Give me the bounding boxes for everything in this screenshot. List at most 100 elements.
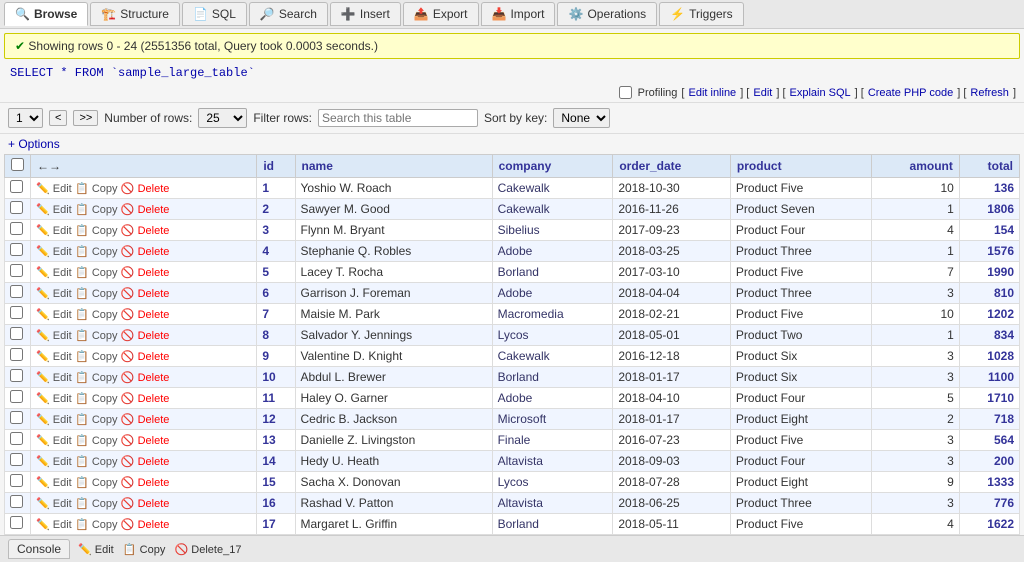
delete-btn-11[interactable]: 🚫 Delete	[121, 393, 170, 405]
row-select-3[interactable]	[10, 222, 23, 235]
tab-browse[interactable]: 🔍 Browse	[4, 2, 88, 26]
header-order-date[interactable]: order_date	[613, 155, 731, 178]
header-product[interactable]: product	[730, 155, 871, 178]
copy-btn-7[interactable]: 📋 Copy	[75, 309, 117, 321]
delete-btn-14[interactable]: 🚫 Delete	[121, 456, 170, 468]
delete-btn-9[interactable]: 🚫 Delete	[121, 351, 170, 363]
header-company[interactable]: company	[492, 155, 613, 178]
edit-btn-4[interactable]: ✏️ Edit	[36, 246, 72, 258]
table-row: ✏️ Edit 📋 Copy 🚫 Delete 10 Abdul L. Brew…	[5, 367, 1020, 388]
delete-btn-12[interactable]: 🚫 Delete	[121, 414, 170, 426]
row-select-9[interactable]	[10, 348, 23, 361]
edit-btn-17[interactable]: ✏️ Edit	[36, 519, 72, 531]
next-button[interactable]: >>	[73, 110, 98, 126]
header-amount[interactable]: amount	[871, 155, 959, 178]
create-php-link[interactable]: Create PHP code	[868, 87, 953, 99]
edit-btn-13[interactable]: ✏️ Edit	[36, 435, 72, 447]
row-select-14[interactable]	[10, 453, 23, 466]
edit-btn-7[interactable]: ✏️ Edit	[36, 309, 72, 321]
edit-btn-6[interactable]: ✏️ Edit	[36, 288, 72, 300]
edit-btn-9[interactable]: ✏️ Edit	[36, 351, 72, 363]
copy-btn-5[interactable]: 📋 Copy	[75, 267, 117, 279]
row-select-7[interactable]	[10, 306, 23, 319]
header-id[interactable]: id	[257, 155, 295, 178]
rows-select[interactable]: 25 50 100	[198, 108, 247, 128]
page-select[interactable]: 1	[8, 108, 43, 128]
row-select-15[interactable]	[10, 474, 23, 487]
tab-insert[interactable]: ➕ Insert	[330, 2, 401, 26]
header-name[interactable]: name	[295, 155, 492, 178]
row-select-1[interactable]	[10, 180, 23, 193]
copy-btn-12[interactable]: 📋 Copy	[75, 414, 117, 426]
row-select-10[interactable]	[10, 369, 23, 382]
copy-btn-1[interactable]: 📋 Copy	[75, 183, 117, 195]
copy-btn-3[interactable]: 📋 Copy	[75, 225, 117, 237]
copy-btn-14[interactable]: 📋 Copy	[75, 456, 117, 468]
copy-btn-6[interactable]: 📋 Copy	[75, 288, 117, 300]
delete-btn-10[interactable]: 🚫 Delete	[121, 372, 170, 384]
header-total[interactable]: total	[959, 155, 1019, 178]
edit-btn-1[interactable]: ✏️ Edit	[36, 183, 72, 195]
row-select-2[interactable]	[10, 201, 23, 214]
copy-btn-4[interactable]: 📋 Copy	[75, 246, 117, 258]
edit-btn-3[interactable]: ✏️ Edit	[36, 225, 72, 237]
delete-btn-5[interactable]: 🚫 Delete	[121, 267, 170, 279]
delete-btn-3[interactable]: 🚫 Delete	[121, 225, 170, 237]
edit-btn-2[interactable]: ✏️ Edit	[36, 204, 72, 216]
profiling-checkbox[interactable]	[619, 86, 632, 99]
delete-btn-13[interactable]: 🚫 Delete	[121, 435, 170, 447]
tab-export[interactable]: 📤 Export	[403, 2, 479, 26]
edit-link[interactable]: Edit	[753, 87, 772, 99]
edit-btn-15[interactable]: ✏️ Edit	[36, 477, 72, 489]
copy-btn-15[interactable]: 📋 Copy	[75, 477, 117, 489]
delete-btn-2[interactable]: 🚫 Delete	[121, 204, 170, 216]
edit-btn-12[interactable]: ✏️ Edit	[36, 414, 72, 426]
copy-btn-16[interactable]: 📋 Copy	[75, 498, 117, 510]
row-select-4[interactable]	[10, 243, 23, 256]
delete-btn-1[interactable]: 🚫 Delete	[121, 183, 170, 195]
row-select-12[interactable]	[10, 411, 23, 424]
copy-btn-8[interactable]: 📋 Copy	[75, 330, 117, 342]
copy-btn-2[interactable]: 📋 Copy	[75, 204, 117, 216]
options-link[interactable]: + Options	[8, 137, 60, 151]
delete-btn-6[interactable]: 🚫 Delete	[121, 288, 170, 300]
row-select-13[interactable]	[10, 432, 23, 445]
prev-button[interactable]: <	[49, 110, 67, 126]
copy-btn-9[interactable]: 📋 Copy	[75, 351, 117, 363]
row-select-8[interactable]	[10, 327, 23, 340]
copy-btn-13[interactable]: 📋 Copy	[75, 435, 117, 447]
copy-btn-10[interactable]: 📋 Copy	[75, 372, 117, 384]
delete-btn-17[interactable]: 🚫 Delete	[121, 519, 170, 531]
delete-btn-16[interactable]: 🚫 Delete	[121, 498, 170, 510]
console-tab[interactable]: Console	[8, 539, 70, 559]
sort-select[interactable]: None	[553, 108, 610, 128]
search-input[interactable]	[318, 109, 478, 127]
row-select-5[interactable]	[10, 264, 23, 277]
edit-btn-10[interactable]: ✏️ Edit	[36, 372, 72, 384]
copy-btn-11[interactable]: 📋 Copy	[75, 393, 117, 405]
edit-btn-16[interactable]: ✏️ Edit	[36, 498, 72, 510]
tab-search[interactable]: 🔎 Search	[249, 2, 328, 26]
explain-sql-link[interactable]: Explain SQL	[790, 87, 851, 99]
delete-btn-15[interactable]: 🚫 Delete	[121, 477, 170, 489]
refresh-link[interactable]: Refresh	[970, 87, 1009, 99]
tab-import[interactable]: 📥 Import	[481, 2, 556, 26]
tab-structure[interactable]: 🏗️ Structure	[90, 2, 180, 26]
edit-btn-5[interactable]: ✏️ Edit	[36, 267, 72, 279]
delete-btn-4[interactable]: 🚫 Delete	[121, 246, 170, 258]
row-select-17[interactable]	[10, 516, 23, 529]
delete-btn-8[interactable]: 🚫 Delete	[121, 330, 170, 342]
delete-btn-7[interactable]: 🚫 Delete	[121, 309, 170, 321]
tab-sql[interactable]: 📄 SQL	[182, 2, 247, 26]
edit-btn-11[interactable]: ✏️ Edit	[36, 393, 72, 405]
tab-operations[interactable]: ⚙️ Operations	[557, 2, 657, 26]
edit-btn-14[interactable]: ✏️ Edit	[36, 456, 72, 468]
edit-btn-8[interactable]: ✏️ Edit	[36, 330, 72, 342]
row-select-16[interactable]	[10, 495, 23, 508]
tab-triggers[interactable]: ⚡ Triggers	[659, 2, 744, 26]
copy-btn-17[interactable]: 📋 Copy	[75, 519, 117, 531]
edit-inline-link[interactable]: Edit inline	[688, 87, 736, 99]
select-all-checkbox[interactable]	[11, 158, 24, 171]
row-select-11[interactable]	[10, 390, 23, 403]
row-select-6[interactable]	[10, 285, 23, 298]
